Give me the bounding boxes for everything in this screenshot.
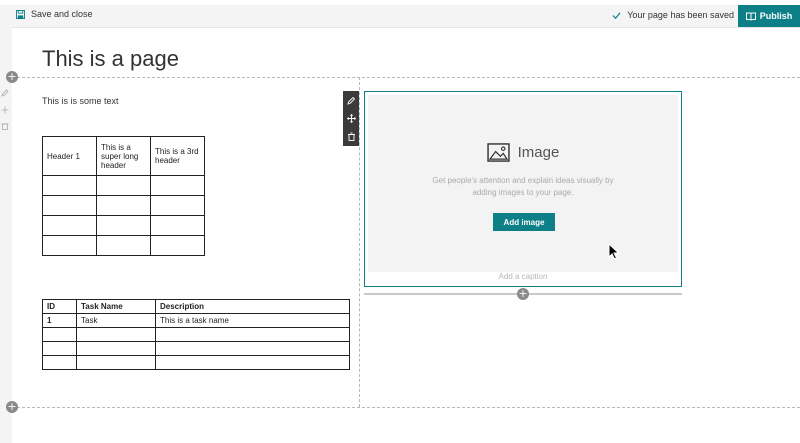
section-top-divider xyxy=(12,77,800,78)
table-cell[interactable] xyxy=(76,341,156,356)
table-cell[interactable]: 1 xyxy=(42,313,77,328)
table-row xyxy=(42,195,205,216)
table-header-row: ID Task Name Description xyxy=(42,299,350,314)
table-row xyxy=(42,215,205,236)
add-image-button[interactable]: Add image xyxy=(493,213,555,231)
edit-pencil-icon[interactable] xyxy=(346,96,356,105)
page-title[interactable]: This is a page xyxy=(42,46,179,72)
publish-button[interactable]: Publish xyxy=(738,5,800,27)
table-row xyxy=(42,355,350,370)
move-section-icon[interactable] xyxy=(1,106,9,114)
save-icon xyxy=(16,9,25,19)
image-placeholder[interactable]: Image Get people's attention and explain… xyxy=(368,95,678,272)
table-cell[interactable]: This is a task name xyxy=(155,313,350,328)
move-icon[interactable] xyxy=(346,113,356,123)
table-header-cell[interactable]: This is a 3rd header xyxy=(150,136,205,176)
table-cell[interactable] xyxy=(155,327,350,342)
book-icon xyxy=(745,12,756,21)
table-cell[interactable] xyxy=(150,215,205,236)
table-cell[interactable] xyxy=(150,175,205,196)
table-cell[interactable] xyxy=(42,215,97,236)
image-placeholder-head: Image xyxy=(368,143,678,162)
table-cell[interactable] xyxy=(42,195,97,216)
table-cell[interactable] xyxy=(42,235,97,256)
saved-status: Your page has been saved xyxy=(612,10,734,20)
table-row xyxy=(42,341,350,356)
table-cell[interactable] xyxy=(96,215,151,236)
table-header-cell[interactable]: Header 1 xyxy=(42,136,97,176)
task-table[interactable]: ID Task Name Description 1 Task This is … xyxy=(42,299,350,370)
image-description: Get people's attention and explain ideas… xyxy=(432,176,614,197)
table-cell[interactable] xyxy=(76,327,156,342)
table-cell[interactable]: Task xyxy=(76,313,156,328)
table-row xyxy=(42,235,205,256)
command-bar: Save and close Your page has been saved … xyxy=(0,5,800,28)
table-cell[interactable] xyxy=(96,195,151,216)
table-cell[interactable] xyxy=(96,235,151,256)
table-cell[interactable] xyxy=(150,195,205,216)
add-section-top-button[interactable]: + xyxy=(6,71,18,83)
table-header-cell[interactable]: This is a super long header xyxy=(96,136,151,176)
header-table[interactable]: Header 1 This is a super long header Thi… xyxy=(42,136,205,256)
text-webpart[interactable]: This is is some text xyxy=(42,96,119,106)
table-row xyxy=(42,175,205,196)
trash-icon[interactable] xyxy=(347,132,356,142)
delete-section-icon[interactable] xyxy=(1,122,9,130)
table-header-cell[interactable]: Task Name xyxy=(76,299,156,314)
saved-status-text: Your page has been saved xyxy=(627,10,734,20)
table-header-cell[interactable]: Description xyxy=(155,299,350,314)
add-section-bottom-button[interactable]: + xyxy=(6,401,18,413)
save-and-close-button[interactable]: Save and close xyxy=(16,9,93,19)
table-cell[interactable] xyxy=(155,341,350,356)
column-divider xyxy=(359,77,360,407)
table-cell[interactable] xyxy=(42,327,77,342)
image-webpart[interactable]: Image Get people's attention and explain… xyxy=(364,91,682,287)
table-row: 1 Task This is a task name xyxy=(42,313,350,328)
image-icon xyxy=(486,143,510,162)
mouse-cursor-icon xyxy=(608,243,620,260)
table-cell[interactable] xyxy=(76,355,156,370)
add-webpart-button[interactable]: + xyxy=(517,288,529,300)
save-and-close-label: Save and close xyxy=(31,9,93,19)
webpart-toolbar xyxy=(343,91,359,146)
table-cell[interactable] xyxy=(42,175,97,196)
table-cell[interactable] xyxy=(150,235,205,256)
edit-section-icon[interactable] xyxy=(1,89,9,97)
table-cell[interactable] xyxy=(42,341,77,356)
section-bottom-divider xyxy=(12,407,800,408)
table-header-cell[interactable]: ID xyxy=(42,299,77,314)
table-cell[interactable] xyxy=(155,355,350,370)
image-heading: Image xyxy=(517,144,560,161)
table-header-row: Header 1 This is a super long header Thi… xyxy=(42,136,205,176)
table-cell[interactable] xyxy=(96,175,151,196)
check-icon xyxy=(612,11,621,19)
table-cell[interactable] xyxy=(42,355,77,370)
caption-input[interactable]: Add a caption xyxy=(365,272,681,281)
publish-label: Publish xyxy=(759,11,793,21)
table-row xyxy=(42,327,350,342)
